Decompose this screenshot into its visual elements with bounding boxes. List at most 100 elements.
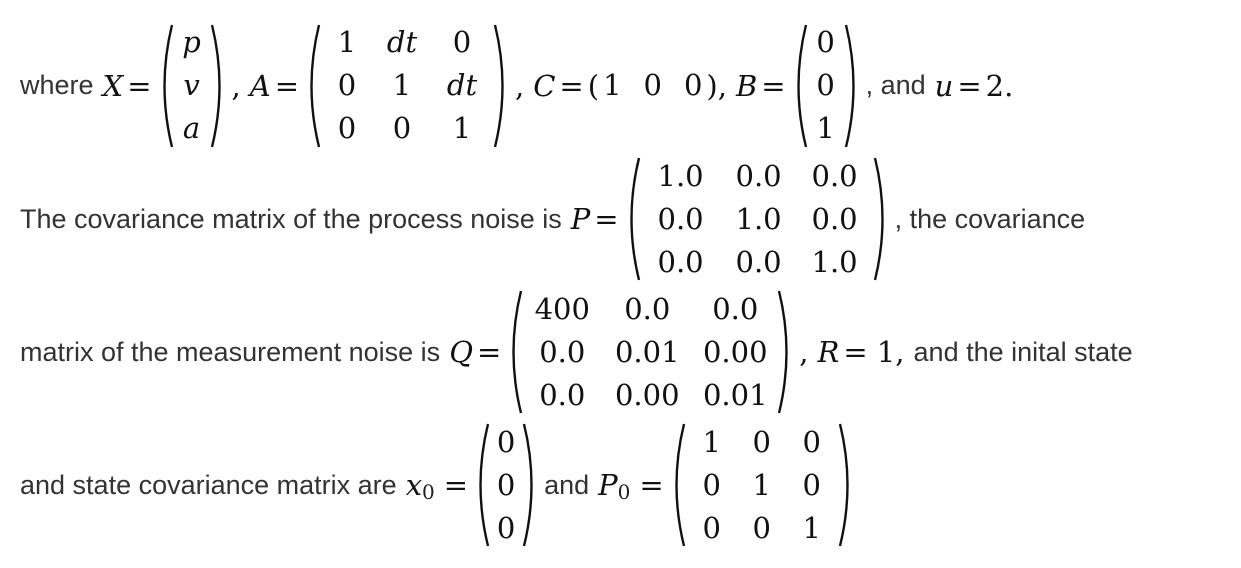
- var-A: A: [249, 68, 271, 103]
- left-paren-icon: [675, 423, 685, 547]
- comma: ,: [231, 68, 241, 103]
- matrix-entry: 0: [452, 25, 472, 59]
- matrix-entry: 400: [534, 291, 590, 326]
- matrix-entry: 0.01: [614, 334, 680, 369]
- matrix-entry: 1.0: [811, 244, 858, 279]
- close-paren-comma: ),: [706, 68, 727, 103]
- u-value: 2.: [985, 68, 1014, 103]
- matrix-entry: 0.00: [702, 334, 768, 369]
- P-subscript: 0: [617, 480, 631, 504]
- state-vector-X: p v a: [155, 22, 229, 150]
- line-2: The covariance matrix of the process noi…: [20, 152, 1085, 286]
- equals-sign: =: [639, 468, 664, 502]
- left-paren-icon: [796, 24, 807, 147]
- var-X: X: [102, 68, 124, 103]
- vector-B: 0 0 1: [789, 22, 863, 150]
- matrix-entry: 1.0: [657, 158, 704, 193]
- equals-sign: =: [594, 202, 619, 236]
- var-C: C: [533, 68, 556, 103]
- equals-sign: =: [127, 68, 152, 103]
- matrix-entry: 0: [752, 510, 771, 545]
- matrix-entry: 1: [752, 467, 771, 502]
- matrix-entry: 0: [392, 111, 412, 145]
- matrix-entry: 1: [702, 424, 721, 459]
- matrix-entry: 0.0: [811, 158, 858, 193]
- matrix-entry: 0.0: [539, 377, 586, 412]
- matrix-entry: 0.0: [735, 158, 782, 193]
- line-3: matrix of the measurement noise is Q = 4…: [20, 285, 1133, 419]
- vector-entry: 0: [496, 424, 516, 459]
- var-R: R: [817, 335, 840, 369]
- matrix-entry: 0.0: [539, 334, 586, 369]
- comma: ,: [515, 68, 525, 103]
- left-paren-icon: [310, 24, 321, 147]
- matrix-P: 1.0 0.0 0.0 0.0 1.0 0.0 0.0 0.0 1.0: [622, 155, 892, 283]
- matrix-entry: dt: [446, 68, 478, 102]
- matrix-entry: 0.0: [657, 201, 704, 236]
- vector-entry: p: [182, 25, 201, 59]
- left-paren: (: [587, 68, 600, 103]
- matrix-entry: 1: [452, 111, 472, 145]
- equals-sign: =: [957, 68, 982, 103]
- matrix-entry: 0.01: [702, 377, 768, 412]
- equals-sign: =: [443, 468, 469, 502]
- right-paren-icon: [493, 24, 504, 147]
- var-P0: P: [598, 468, 618, 502]
- row-entry: 0: [683, 68, 703, 102]
- and-text: and: [544, 469, 590, 500]
- equals-sign: =: [476, 335, 502, 369]
- vector-entry: 0: [816, 68, 835, 102]
- left-paren-icon: [162, 24, 173, 147]
- matrix-entry: 0: [802, 467, 821, 502]
- matrix-entry: 0: [702, 467, 721, 502]
- covariance-tail-text: , the covariance: [894, 203, 1086, 234]
- measurement-noise-text: matrix of the measurement noise is: [20, 336, 441, 367]
- var-x: x: [405, 468, 423, 502]
- vector-entry: 0: [816, 25, 835, 59]
- matrix-entry: 1: [337, 25, 357, 59]
- right-paren-icon: [873, 157, 884, 281]
- matrix-P0: 1 0 0 0 1 0 0 0 1: [667, 421, 857, 549]
- line-1: where X = p v a , A = 1 dt 0 0 1 dt 0 0 …: [20, 18, 1013, 153]
- matrix-entry: 0: [802, 424, 821, 459]
- left-paren-icon: [512, 290, 523, 414]
- matrix-entry: 0.0: [712, 291, 759, 326]
- matrix-entry: 0.0: [624, 291, 671, 326]
- equals-sign: =: [761, 68, 786, 103]
- right-paren-icon: [522, 423, 533, 547]
- matrix-entry: 1.0: [735, 201, 782, 236]
- comma: ,: [799, 335, 809, 369]
- initial-state-text: and the inital state: [913, 336, 1133, 367]
- and-text: , and: [865, 70, 926, 100]
- vector-entry: 0: [496, 467, 516, 502]
- x-subscript: 0: [422, 480, 435, 504]
- matrix-entry: 0: [752, 424, 771, 459]
- matrix-entry: 0: [337, 68, 357, 102]
- right-paren-icon: [210, 24, 221, 147]
- var-u: u: [934, 68, 954, 103]
- R-equals-one: = 1,: [843, 335, 905, 369]
- vector-entry: 0: [496, 510, 516, 545]
- where-text: where: [20, 70, 94, 100]
- vector-entry: 1: [816, 111, 835, 145]
- var-Q: Q: [449, 335, 473, 369]
- matrix-A: 1 dt 0 0 1 dt 0 0 1: [302, 22, 512, 150]
- kalman-filter-parameters-text: where X = p v a , A = 1 dt 0 0 1 dt 0 0 …: [0, 0, 1241, 568]
- line-4: and state covariance matrix are x0 = 0 0…: [20, 418, 860, 552]
- left-paren-icon: [479, 423, 490, 547]
- var-P: P: [570, 202, 591, 236]
- process-noise-text: The covariance matrix of the process noi…: [20, 203, 562, 234]
- vector-x0: 0 0 0: [471, 421, 541, 549]
- row-vector-C: 1 0 0: [603, 71, 702, 100]
- matrix-entry: 0: [702, 510, 721, 545]
- right-paren-icon: [778, 290, 788, 414]
- matrix-entry: 0.0: [811, 201, 858, 236]
- matrix-entry: 0.00: [614, 377, 680, 412]
- matrix-Q: 400 0.0 0.0 0.0 0.01 0.00 0.0 0.00 0.01: [504, 288, 796, 416]
- matrix-entry: 0.0: [735, 244, 782, 279]
- matrix-entry: 0: [337, 111, 357, 145]
- right-paren-icon: [838, 423, 849, 547]
- equals-sign: =: [274, 68, 299, 103]
- row-entry: 1: [603, 68, 622, 102]
- matrix-entry: 1: [392, 68, 412, 102]
